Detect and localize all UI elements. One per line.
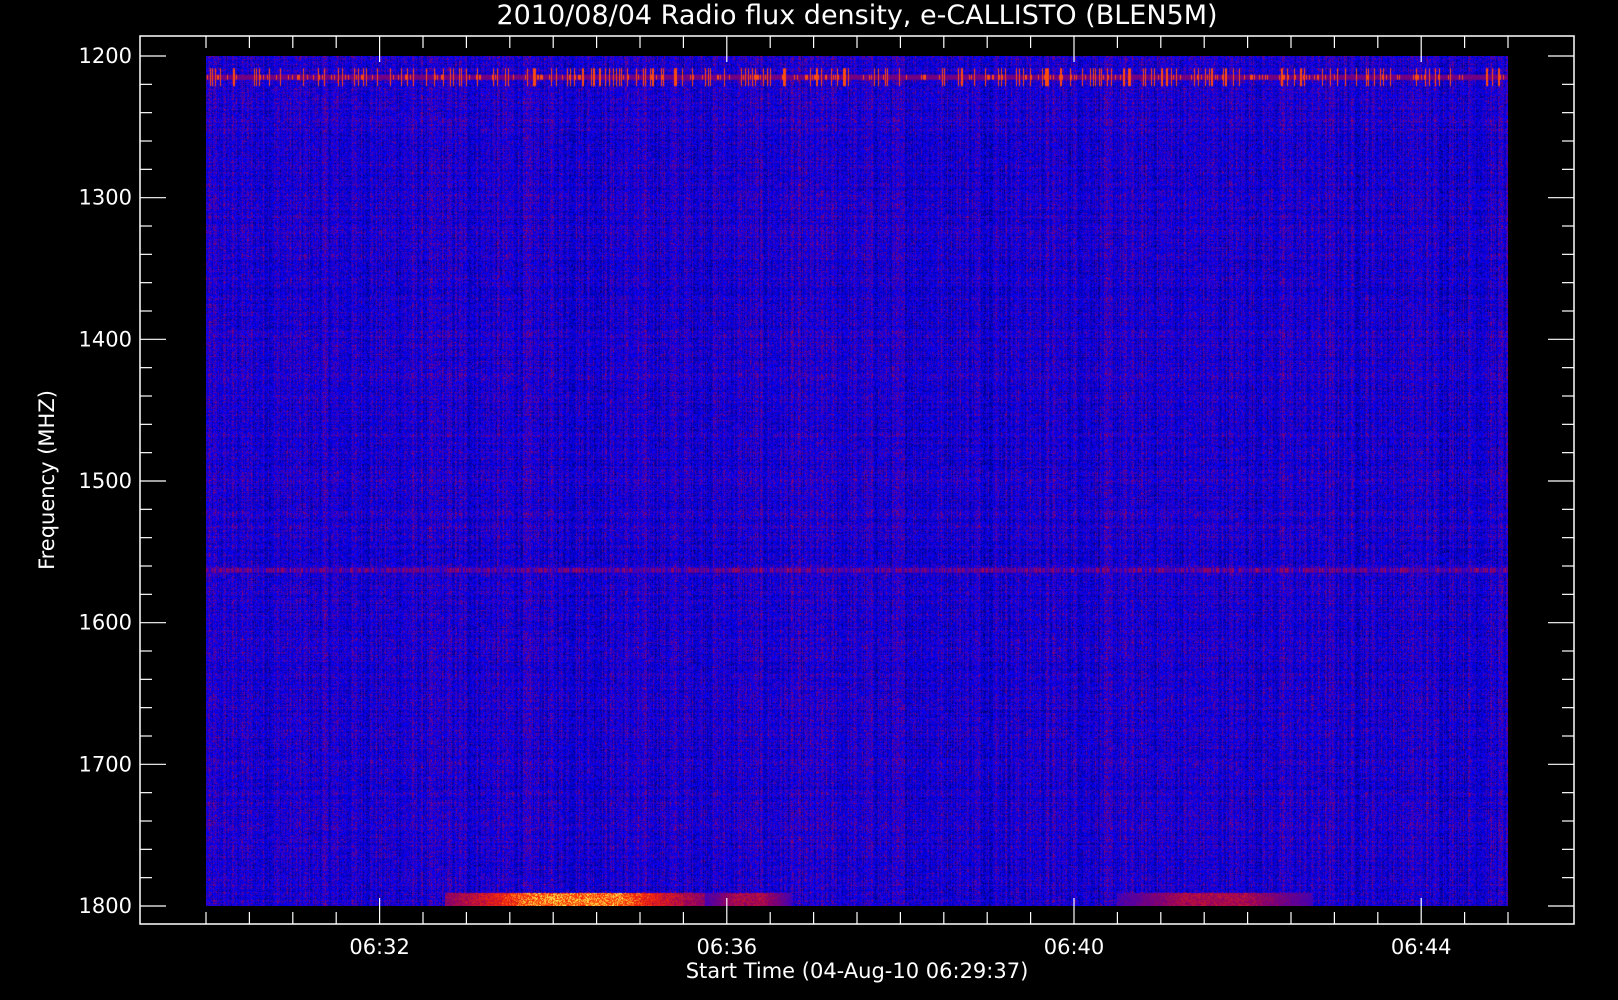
heatmap-layer — [206, 56, 1508, 906]
y-tick-label: 1200 — [79, 44, 132, 68]
x-tick-label: 06:40 — [1044, 935, 1105, 959]
y-axis-label: Frequency (MHZ) — [35, 390, 59, 570]
spectrogram-image — [206, 56, 1508, 906]
y-tick-label: 1600 — [79, 611, 132, 635]
y-tick-label: 1500 — [79, 469, 132, 493]
spectrogram-chart: 2010/08/04 Radio flux density, e-CALLIST… — [35, 0, 1575, 983]
chart-title: 2010/08/04 Radio flux density, e-CALLIST… — [496, 0, 1217, 31]
y-tick-label: 1300 — [79, 186, 132, 210]
x-axis-tick-labels: 06:32 06:36 06:40 06:44 — [349, 935, 1451, 959]
y-tick-label: 1700 — [79, 752, 132, 776]
y-tick-label: 1400 — [79, 327, 132, 351]
x-tick-label: 06:32 — [349, 935, 410, 959]
x-axis-label: Start Time (04-Aug-10 06:29:37) — [686, 959, 1029, 983]
y-axis-tick-labels: 1200 1300 1400 1500 1600 1700 1800 — [79, 44, 132, 918]
x-tick-label: 06:36 — [697, 935, 758, 959]
x-tick-label: 06:44 — [1391, 935, 1452, 959]
y-tick-label: 1800 — [79, 894, 132, 918]
